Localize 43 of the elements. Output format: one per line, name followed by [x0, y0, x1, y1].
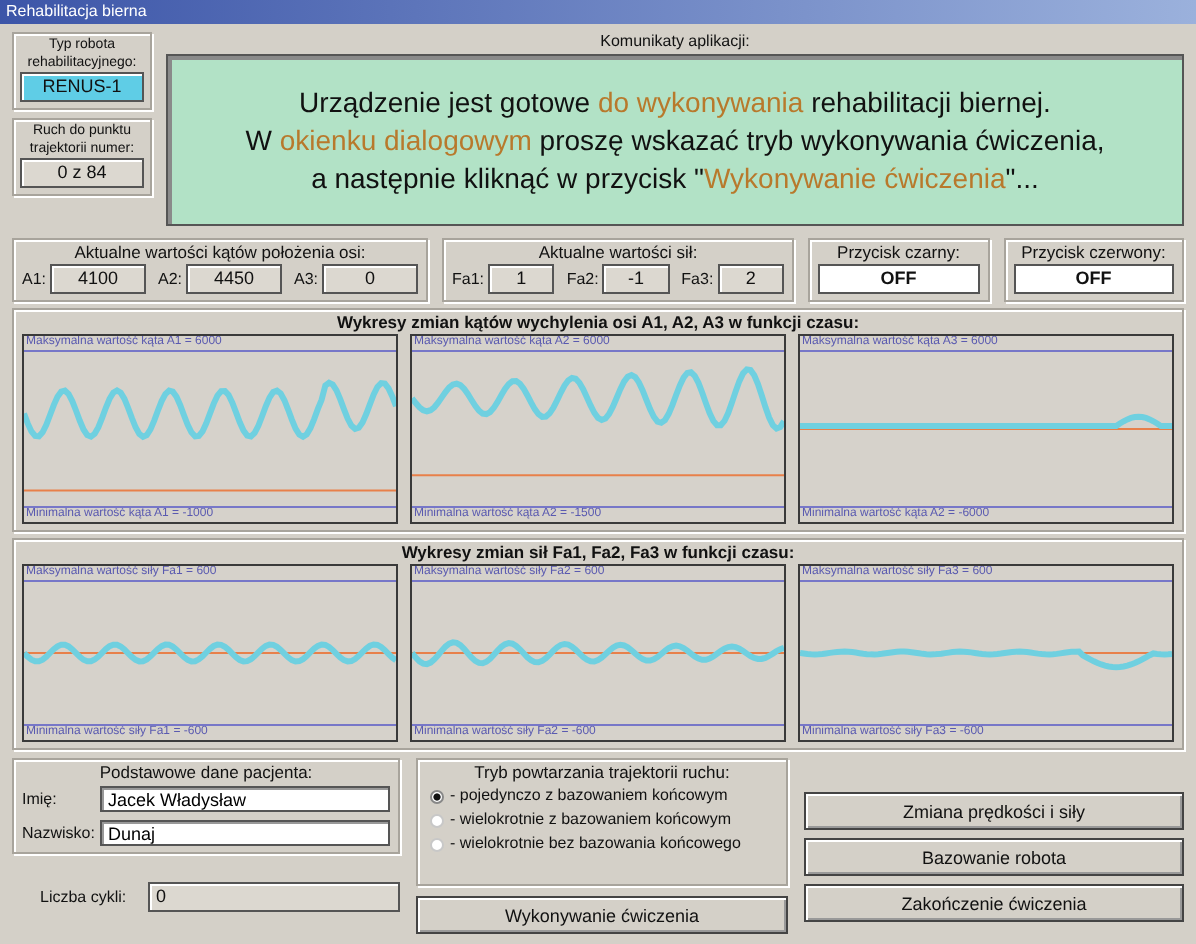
cycles-label: Liczba cykli:: [40, 888, 128, 906]
axis-label: Fa2:: [566, 269, 599, 287]
messages-title: Komunikaty aplikacji:: [598, 32, 752, 50]
group-title: Wykresy zmian sił Fa1, Fa2, Fa3 w funkcji czasu:: [399, 542, 797, 562]
force-value-field: 1: [488, 263, 555, 293]
cycles-field: 0: [148, 882, 400, 912]
switch-state-field: OFF: [818, 263, 979, 293]
group-title: Tryb powtarzania trajektorii ruchu:: [472, 762, 732, 782]
speed-force-button[interactable]: Zmiana prędkości i siły: [804, 792, 1184, 830]
robot-type-field: RENUS-1: [20, 72, 144, 102]
axis-label: Fa1:: [452, 269, 485, 287]
radio-option[interactable]: - wielokrotnie bez bazowania końcowego: [430, 832, 741, 856]
group-title: Przycisk czerwony:: [1019, 242, 1168, 262]
group-title: Wykresy zmian kątów wychylenia osi A1, A2, A3 w funkcji czasu:: [334, 312, 862, 332]
group-title: Aktualne wartości sił:: [536, 242, 700, 262]
angle-value-field: 4450: [186, 263, 282, 293]
group-title: Przycisk czarny:: [835, 242, 962, 262]
radio-option[interactable]: - pojedynczo z bazowaniem końcowym: [430, 784, 741, 808]
window-title: Rehabilitacja bierna: [0, 0, 1196, 24]
field-label: Nazwisko:: [22, 824, 94, 842]
radio-button[interactable]: [430, 813, 444, 827]
group-title: Podstawowe dane pacjenta:: [97, 762, 315, 782]
trajectory-point-field: 0 z 84: [20, 158, 144, 188]
message-text: Urządzenie jest gotowe do wykonywania rehabilitacji biernej. W okienku dialogowym proszę wskazać tryb wykonywania ćwiczenia, a następnie kliknąć w przycisk "Wykonywanie ćwiczenia"...: [245, 83, 1105, 197]
finish-exercise-button[interactable]: Zakończenie ćwiczenia: [804, 884, 1184, 922]
text-field[interactable]: Jacek Władysław: [100, 786, 390, 812]
angle-value-field: 4100: [50, 263, 146, 293]
axis-label: Fa3:: [681, 269, 714, 287]
field-label: Imię:: [22, 790, 59, 808]
text-field[interactable]: Dunaj: [100, 820, 390, 846]
run-exercise-button[interactable]: Wykonywanie ćwiczenia: [416, 896, 788, 934]
axis-label: A3:: [294, 269, 319, 287]
force-value-field: -1: [602, 263, 670, 293]
angle-value-field: 0: [322, 263, 418, 293]
radio-option[interactable]: - wielokrotnie z bazowaniem końcowym: [430, 808, 741, 832]
force-value-field: 2: [717, 263, 784, 293]
switch-state-field: OFF: [1013, 263, 1174, 293]
homing-button[interactable]: Bazowanie robota: [804, 838, 1184, 876]
radio-button[interactable]: [430, 837, 444, 851]
radio-button[interactable]: [430, 789, 444, 803]
axis-label: A1:: [22, 269, 47, 287]
axis-label: A2:: [158, 269, 183, 287]
group-title: Aktualne wartości kątów położenia osi:: [72, 242, 368, 262]
